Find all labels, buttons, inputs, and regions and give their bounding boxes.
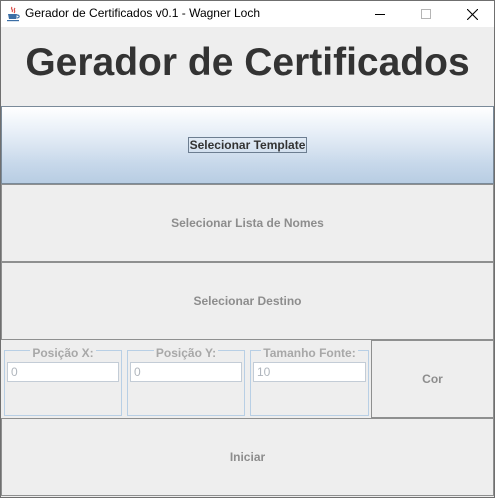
position-y-group: Posição Y: 0 <box>127 342 245 416</box>
close-icon <box>466 8 478 20</box>
maximize-icon <box>421 9 431 19</box>
position-x-group: Posição X: 0 <box>4 342 122 416</box>
close-button[interactable] <box>449 1 495 27</box>
font-size-group: Tamanho Fonte: 10 <box>250 342 369 416</box>
java-cup-icon <box>5 6 21 22</box>
minimize-icon <box>375 14 385 15</box>
window-title: Gerador de Certificados v0.1 - Wagner Lo… <box>25 6 261 20</box>
select-names-list-label: Selecionar Lista de Nomes <box>171 216 324 230</box>
color-button-label: Cor <box>422 372 443 386</box>
select-template-label: Selecionar Template <box>187 137 308 153</box>
select-names-list-button[interactable]: Selecionar Lista de Nomes <box>1 184 494 262</box>
position-y-input[interactable]: 0 <box>130 362 242 382</box>
color-button[interactable]: Cor <box>371 340 494 418</box>
maximize-button[interactable] <box>403 1 449 27</box>
select-destination-button[interactable]: Selecionar Destino <box>1 262 494 340</box>
page-title: Gerador de Certificados <box>25 41 470 84</box>
title-bar[interactable]: Gerador de Certificados v0.1 - Wagner Lo… <box>1 1 494 27</box>
start-button-label: Iniciar <box>229 450 266 464</box>
start-button[interactable]: Iniciar <box>1 418 494 496</box>
position-y-label: Posição Y: <box>153 346 219 360</box>
app-window: Gerador de Certificados v0.1 - Wagner Lo… <box>0 0 495 498</box>
select-destination-label: Selecionar Destino <box>193 294 302 308</box>
font-size-input[interactable]: 10 <box>253 362 366 382</box>
font-size-label: Tamanho Fonte: <box>261 346 358 360</box>
position-x-label: Posição X: <box>30 346 96 360</box>
position-x-input[interactable]: 0 <box>7 362 119 382</box>
minimize-button[interactable] <box>357 1 403 27</box>
select-template-button[interactable]: Selecionar Template <box>1 106 494 184</box>
